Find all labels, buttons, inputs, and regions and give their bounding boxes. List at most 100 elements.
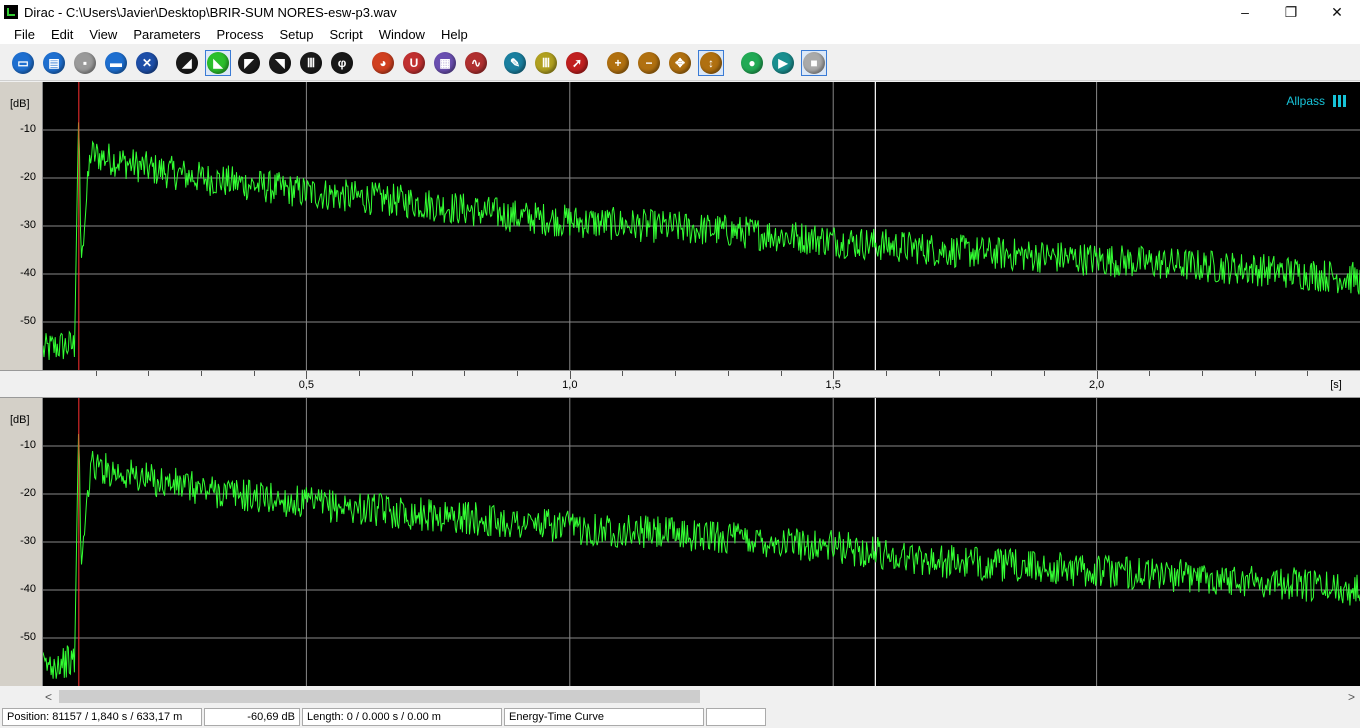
- energy-time-button[interactable]: ◣: [205, 50, 231, 76]
- schroeder-icon: ◥: [269, 52, 291, 74]
- x-tick-mark: [727, 371, 729, 376]
- etc-panel-top: [dB] -10 -20 -30 -40 -50 Allpass: [0, 82, 1360, 370]
- y-tick-label: -50: [20, 315, 36, 327]
- waveform-view-button[interactable]: ∿: [463, 50, 489, 76]
- y-tick-label: -40: [20, 267, 36, 279]
- close-button[interactable]: ✕: [1314, 0, 1360, 24]
- print-icon: ▬: [105, 52, 127, 74]
- zoom-vertical-icon: ↕: [700, 52, 722, 74]
- grid-view-button[interactable]: ▦: [432, 50, 458, 76]
- menu-script[interactable]: Script: [321, 27, 370, 42]
- color-map-button[interactable]: ◕: [370, 50, 396, 76]
- x-tick-mark: [1254, 371, 1256, 376]
- etc-plot-bottom[interactable]: [43, 398, 1360, 686]
- x-tick-mark: [1201, 371, 1203, 376]
- x-tick-mark: [517, 371, 519, 376]
- x-tick-mark: [1307, 371, 1309, 376]
- x-tick-mark: [95, 371, 97, 376]
- etc-plot-top[interactable]: [43, 82, 1360, 370]
- magnet-button[interactable]: U: [401, 50, 427, 76]
- play-button[interactable]: ▶: [770, 50, 796, 76]
- y-tick-label: -20: [20, 171, 36, 183]
- phase-button[interactable]: φ: [329, 50, 355, 76]
- dirac-app-icon: [4, 5, 18, 19]
- menu-file[interactable]: File: [0, 27, 43, 42]
- spectrum-bars-button[interactable]: Ⅲ: [298, 50, 324, 76]
- arrow-tool-button[interactable]: ➚: [564, 50, 590, 76]
- x-tick-mark: [253, 371, 255, 376]
- window-controls: – ❐ ✕: [1222, 0, 1360, 24]
- impulse-response-icon: ◢: [176, 52, 198, 74]
- maximize-button[interactable]: ❐: [1268, 0, 1314, 24]
- x-tick-mark: [833, 371, 835, 379]
- zoom-in-button[interactable]: +: [605, 50, 631, 76]
- play-icon: ▶: [772, 52, 794, 74]
- zoom-fit-button[interactable]: ✥: [667, 50, 693, 76]
- grid-view-icon: ▦: [434, 52, 456, 74]
- menu-process[interactable]: Process: [209, 27, 272, 42]
- status-level: -60,69 dB: [204, 708, 300, 726]
- status-extra: [706, 708, 766, 726]
- time-axis: [s] 0,5 1,0 1,5 2,0: [0, 370, 1360, 398]
- open-file-button[interactable]: ▤: [41, 50, 67, 76]
- y-tick-label: -10: [20, 123, 36, 135]
- waveform-view-icon: ∿: [465, 52, 487, 74]
- menu-help[interactable]: Help: [433, 27, 476, 42]
- menu-edit[interactable]: Edit: [43, 27, 81, 42]
- record-button[interactable]: ●: [739, 50, 765, 76]
- y-axis-bottom: [dB] -10 -20 -30 -40 -50: [0, 398, 43, 686]
- close-file-button[interactable]: ✕: [134, 50, 160, 76]
- record-icon: ●: [741, 52, 763, 74]
- pen-tool-button[interactable]: ✎: [502, 50, 528, 76]
- stop-icon: ■: [803, 52, 825, 74]
- scroll-left-arrow-icon[interactable]: <: [40, 688, 57, 705]
- x-tick-mark: [569, 371, 571, 379]
- minimize-button[interactable]: –: [1222, 0, 1268, 24]
- y-tick-label: -10: [20, 439, 36, 451]
- impulse-response-button[interactable]: ◢: [174, 50, 200, 76]
- bars-tool-button[interactable]: Ⅲ: [533, 50, 559, 76]
- y-tick-label: -20: [20, 487, 36, 499]
- x-tick-mark: [306, 371, 308, 379]
- open-file-icon: ▤: [43, 52, 65, 74]
- x-tick-mark: [1149, 371, 1151, 376]
- y-unit-label: [dB]: [10, 414, 30, 426]
- status-bar: Position: 81157 / 1,840 s / 633,17 m -60…: [0, 706, 1360, 728]
- x-tick-mark: [780, 371, 782, 376]
- menu-view[interactable]: View: [81, 27, 125, 42]
- menu-window[interactable]: Window: [371, 27, 433, 42]
- print-button[interactable]: ▬: [103, 50, 129, 76]
- scroll-thumb[interactable]: [59, 690, 700, 703]
- x-tick-label: 0,5: [298, 379, 315, 391]
- scroll-right-arrow-icon[interactable]: >: [1343, 688, 1360, 705]
- x-tick-mark: [359, 371, 361, 376]
- decay-curve-button[interactable]: ◤: [236, 50, 262, 76]
- menu-bar: File Edit View Parameters Process Setup …: [0, 24, 1360, 44]
- etc-panel-bottom: [dB] -10 -20 -30 -40 -50: [0, 398, 1360, 686]
- new-file-button[interactable]: ▭: [10, 50, 36, 76]
- x-tick-mark: [885, 371, 887, 376]
- horizontal-scrollbar[interactable]: < >: [0, 688, 1360, 705]
- bars-icon: [1331, 95, 1346, 107]
- save-file-button[interactable]: ▪: [72, 50, 98, 76]
- y-tick-label: -30: [20, 219, 36, 231]
- zoom-out-button[interactable]: −: [636, 50, 662, 76]
- x-tick-mark: [938, 371, 940, 376]
- schroeder-button[interactable]: ◥: [267, 50, 293, 76]
- pen-tool-icon: ✎: [504, 52, 526, 74]
- zoom-vertical-button[interactable]: ↕: [698, 50, 724, 76]
- y-tick-label: -30: [20, 535, 36, 547]
- status-position: Position: 81157 / 1,840 s / 633,17 m: [2, 708, 202, 726]
- x-tick-mark: [675, 371, 677, 376]
- color-map-icon: ◕: [372, 52, 394, 74]
- status-view-mode: Energy-Time Curve: [504, 708, 704, 726]
- energy-time-icon: ◣: [207, 52, 229, 74]
- channel-legend[interactable]: Allpass: [1286, 94, 1346, 108]
- magnet-icon: U: [403, 52, 425, 74]
- y-unit-label: [dB]: [10, 98, 30, 110]
- window-title: Dirac - C:\Users\Javier\Desktop\BRIR-SUM…: [24, 4, 397, 20]
- menu-setup[interactable]: Setup: [271, 27, 321, 42]
- zoom-fit-icon: ✥: [669, 52, 691, 74]
- menu-parameters[interactable]: Parameters: [125, 27, 208, 42]
- stop-button[interactable]: ■: [801, 50, 827, 76]
